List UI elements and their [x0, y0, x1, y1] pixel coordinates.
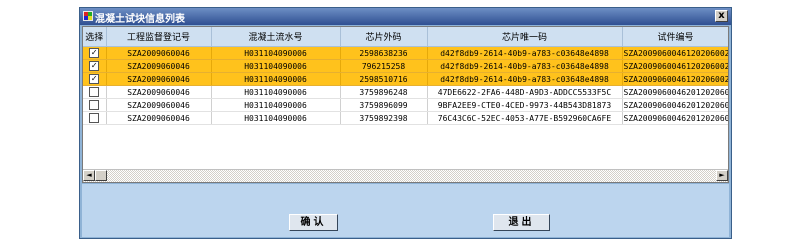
flow-no-cell: H031104090006: [211, 98, 341, 112]
select-cell: [83, 85, 107, 99]
flow-no-cell: H031104090006: [211, 72, 341, 86]
row-checkbox[interactable]: [89, 113, 100, 123]
flow-no-cell: H031104090006: [211, 85, 341, 99]
confirm-button[interactable]: 确认: [289, 214, 338, 231]
chip-outer-cell: 3759892398: [340, 111, 428, 125]
horizontal-scrollbar[interactable]: ◄ ►: [83, 169, 728, 182]
table-row[interactable]: ✓ SZA2009060046 H031104090006 796215258 d42f…: [83, 59, 729, 73]
select-cell: ✓: [83, 59, 107, 73]
column-header-reg-no[interactable]: 工程监督登记号: [106, 27, 212, 47]
column-header-flow-no[interactable]: 混凝土流水号: [211, 27, 341, 47]
chip-uid-cell: 9BFA2EE9-CTE0-4CED-9973-44B543D81873: [427, 98, 623, 112]
window-title: 混凝土试块信息列表: [95, 14, 185, 25]
specimen-no-cell: SZA2009060046201202060001: [622, 85, 729, 99]
chip-outer-cell: 3759896248: [340, 85, 428, 99]
reg-no-cell: SZA2009060046: [106, 59, 212, 73]
specimen-no-cell: SZA2009060046120206002: [622, 59, 729, 73]
chip-uid-cell: d42f8db9-2614-40b9-a783-c03648e4898: [427, 46, 623, 60]
select-cell: [83, 98, 107, 112]
flow-no-cell: H031104090006: [211, 46, 341, 60]
specimen-no-cell: SZA2009060046201202060001: [622, 98, 729, 112]
row-checkbox[interactable]: [89, 100, 100, 110]
table-row[interactable]: SZA2009060046 H031104090006 3759896248 47DE…: [83, 85, 729, 99]
reg-no-cell: SZA2009060046: [106, 72, 212, 86]
exit-button[interactable]: 退出: [493, 214, 550, 231]
table-row[interactable]: SZA2009060046 H031104090006 3759892398 76C4…: [83, 111, 729, 125]
chip-uid-cell: d42f8db9-2614-40b9-a783-c03648e4898: [427, 72, 623, 86]
chip-outer-cell: 2598638236: [340, 46, 428, 60]
flow-no-cell: H031104090006: [211, 59, 341, 73]
button-panel: 确认 退出: [82, 184, 729, 237]
sample-table: 选择 工程监督登记号 混凝土流水号 芯片外码 芯片唯一码 试件编号 ✓ SZA20…: [83, 27, 729, 125]
chip-uid-cell: d42f8db9-2614-40b9-a783-c03648e4898: [427, 59, 623, 73]
specimen-no-cell: SZA2009060046120206002: [622, 46, 729, 60]
select-cell: [83, 111, 107, 125]
scroll-left-button[interactable]: ◄: [83, 170, 95, 181]
table-header-row: 选择 工程监督登记号 混凝土流水号 芯片外码 芯片唯一码 试件编号: [83, 27, 728, 47]
chip-outer-cell: 2598510716: [340, 72, 428, 86]
row-checkbox[interactable]: [89, 87, 100, 97]
row-checkbox[interactable]: ✓: [89, 74, 100, 84]
column-header-chip-outer[interactable]: 芯片外码: [340, 27, 428, 47]
chip-outer-cell: 3759896099: [340, 98, 428, 112]
table-container: 选择 工程监督登记号 混凝土流水号 芯片外码 芯片唯一码 试件编号 ✓ SZA20…: [82, 26, 729, 183]
specimen-no-cell: SZA2009060046120206002: [622, 72, 729, 86]
reg-no-cell: SZA2009060046: [106, 46, 212, 60]
chip-uid-cell: 76C43C6C-52EC-4053-A77E-B592960CA6FE: [427, 111, 623, 125]
info-dialog: 混凝土试块信息列表 x 选择 工程监督登记号 混凝土流水号 芯片外码 芯片唯一码…: [79, 7, 732, 239]
table-row[interactable]: SZA2009060046 H031104090006 3759896099 9BFA…: [83, 98, 729, 112]
column-header-specimen-no[interactable]: 试件编号: [622, 27, 728, 47]
flow-no-cell: H031104090006: [211, 111, 341, 125]
chip-outer-cell: 796215258: [340, 59, 428, 73]
select-cell: ✓: [83, 46, 107, 60]
scroll-right-button[interactable]: ►: [716, 170, 728, 181]
app-icon: [83, 11, 93, 21]
select-cell: ✓: [83, 72, 107, 86]
reg-no-cell: SZA2009060046: [106, 111, 212, 125]
reg-no-cell: SZA2009060046: [106, 85, 212, 99]
column-header-chip-uid[interactable]: 芯片唯一码: [427, 27, 623, 47]
chip-uid-cell: 47DE6622-2FA6-448D-A9D3-ADDCC5533F5C: [427, 85, 623, 99]
title-bar[interactable]: 混凝土试块信息列表 x: [80, 8, 731, 25]
specimen-no-cell: SZA2009060046201202060001: [622, 111, 729, 125]
row-checkbox[interactable]: ✓: [89, 61, 100, 71]
row-checkbox[interactable]: ✓: [89, 48, 100, 58]
reg-no-cell: SZA2009060046: [106, 98, 212, 112]
table-row[interactable]: ✓ SZA2009060046 H031104090006 2598638236 d42…: [83, 46, 729, 60]
scroll-thumb[interactable]: [95, 170, 107, 181]
table-row[interactable]: ✓ SZA2009060046 H031104090006 2598510716 d42…: [83, 72, 729, 86]
column-header-select[interactable]: 选择: [83, 27, 107, 47]
close-button[interactable]: x: [715, 10, 728, 22]
